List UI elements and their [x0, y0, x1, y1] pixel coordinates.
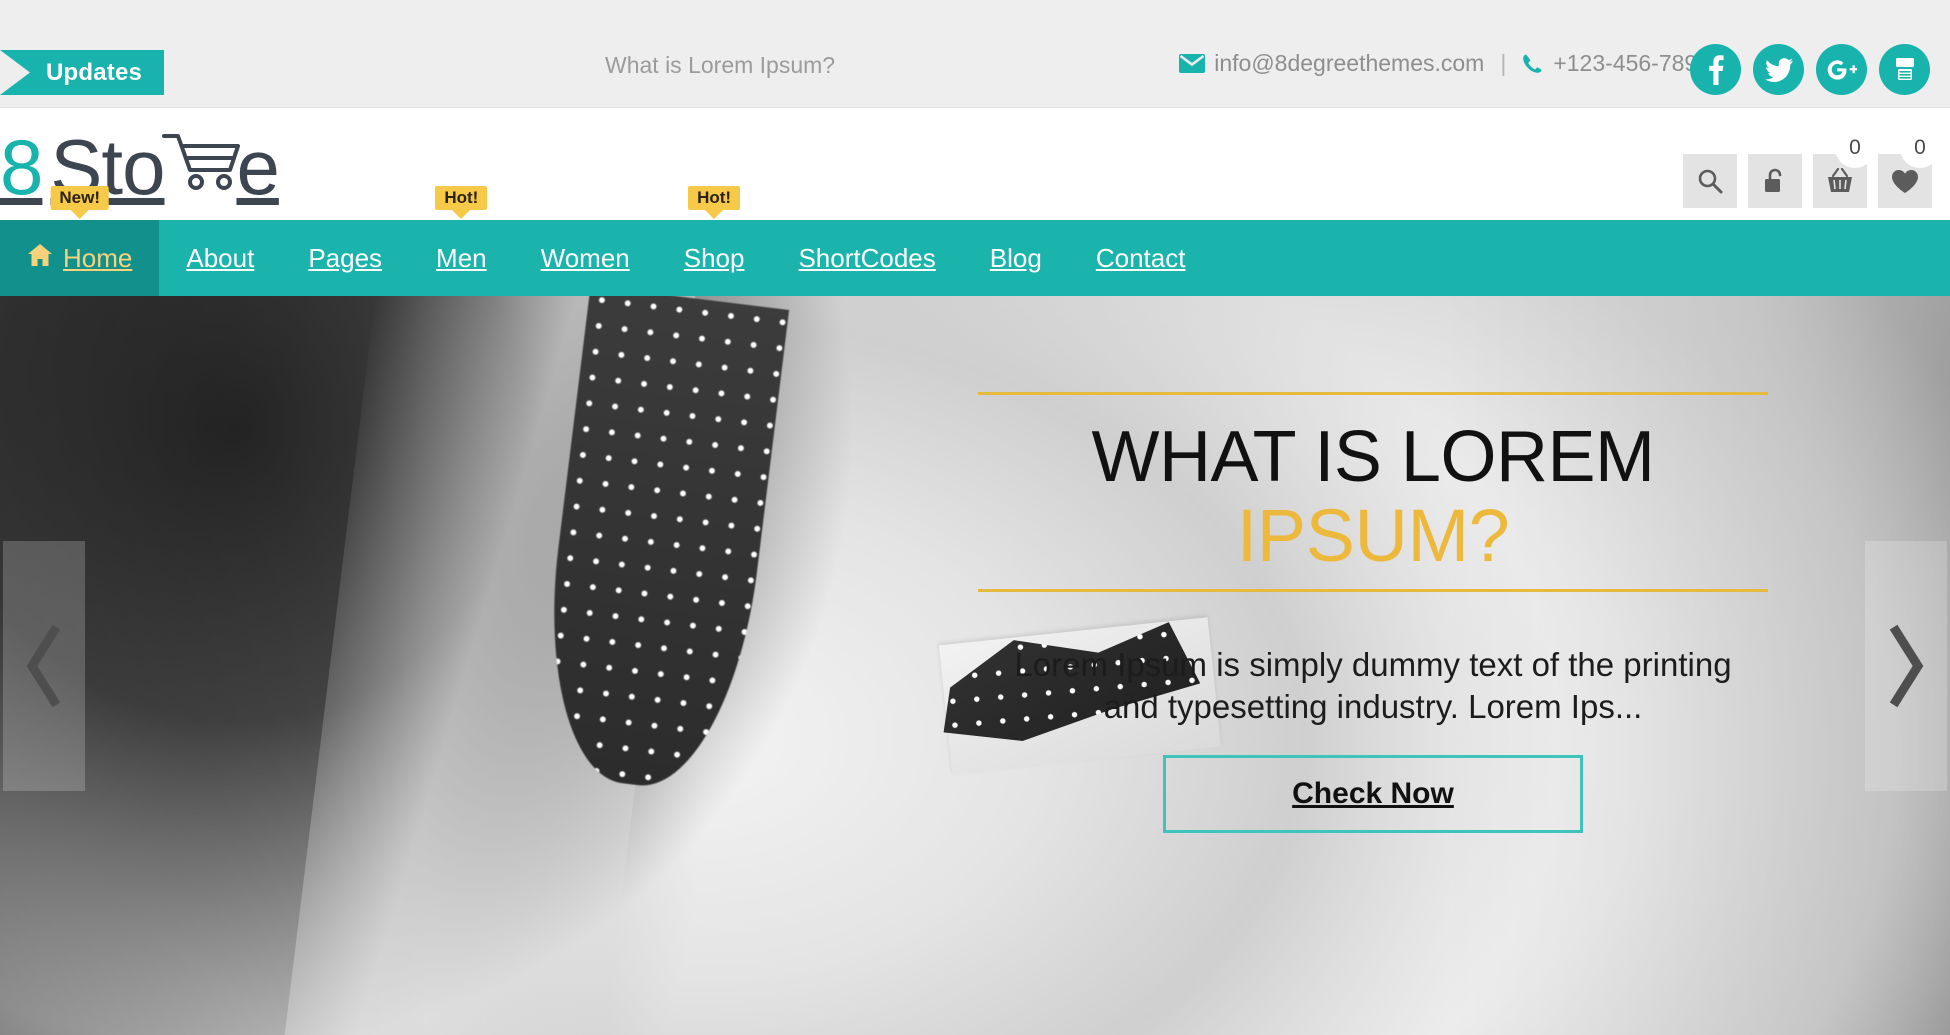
youtube-icon[interactable]: [1879, 44, 1930, 95]
envelope-icon: [1179, 54, 1206, 73]
nav-item-blog[interactable]: Blog: [963, 220, 1069, 296]
updates-label: Updates: [46, 58, 143, 86]
hero-rule-bottom: [978, 589, 1768, 593]
news-ticker[interactable]: What is Lorem Ipsum?: [605, 52, 835, 79]
hero-rule-top: [978, 392, 1768, 395]
facebook-icon[interactable]: [1690, 44, 1741, 95]
nav-label-men: Men: [436, 242, 487, 273]
nav-item-home[interactable]: New! Home: [0, 186, 160, 296]
nav-label-home: Home: [63, 242, 133, 273]
main-navigation: New! Home About Pages Hot! Men Women Hot…: [0, 186, 1950, 296]
hero-caption: WHAT IS LOREM IPSUM? Lorem Ipsum is simp…: [978, 392, 1768, 833]
hero-description: Lorem Ipsum is simply dummy text of the …: [1014, 646, 1732, 726]
phone-icon: [1522, 53, 1544, 75]
hero-title-line2: IPSUM?: [1236, 493, 1510, 577]
googleplus-icon[interactable]: [1816, 44, 1867, 95]
nav-item-men[interactable]: Hot! Men: [409, 186, 514, 296]
chevron-left-icon: [26, 624, 61, 708]
site-header: 8 Sto e 0 0: [0, 108, 1950, 220]
nav-label-about: About: [186, 242, 255, 273]
nav-badge-men: Hot!: [435, 186, 488, 210]
logo-eight: 8: [0, 123, 43, 211]
top-bar: Updates What is Lorem Ipsum? info@8degre…: [0, 0, 1950, 108]
nav-item-women[interactable]: Women: [514, 220, 657, 296]
nav-label-contact: Contact: [1095, 242, 1186, 273]
home-icon: [27, 243, 53, 274]
phone-link[interactable]: +123-456-7890: [1522, 50, 1710, 77]
basket-icon[interactable]: 0: [1813, 128, 1875, 208]
search-icon[interactable]: [1683, 154, 1737, 208]
nav-label-blog: Blog: [989, 242, 1042, 273]
wishlist-heart-icon[interactable]: 0: [1878, 128, 1940, 208]
nav-label-shop: Shop: [683, 242, 745, 273]
nav-item-shortcodes[interactable]: ShortCodes: [771, 220, 962, 296]
wishlist-count-badge: 0: [1900, 128, 1940, 168]
slider-next-arrow[interactable]: [1865, 541, 1947, 791]
nav-badge-home: New!: [50, 186, 109, 210]
nav-label-shortcodes: ShortCodes: [798, 242, 936, 273]
contact-separator: |: [1500, 50, 1507, 76]
email-text: info@8degreethemes.com: [1214, 50, 1485, 76]
unlock-icon[interactable]: [1748, 154, 1802, 208]
basket-count-badge: 0: [1835, 128, 1875, 168]
logo-e: e: [236, 123, 279, 211]
nav-item-about[interactable]: About: [159, 220, 281, 296]
nav-item-pages[interactable]: Pages: [281, 220, 409, 296]
header-actions: 0 0: [1683, 128, 1940, 208]
hero-title-line1: WHAT IS LOREM: [1091, 417, 1655, 497]
twitter-icon[interactable]: [1753, 44, 1804, 95]
shopping-cart-icon: [160, 132, 241, 194]
hero-slider: WHAT IS LOREM IPSUM? Lorem Ipsum is simp…: [0, 296, 1950, 1035]
check-now-button[interactable]: Check Now: [1163, 754, 1583, 833]
social-links: [1690, 44, 1930, 95]
chevron-right-icon: [1889, 624, 1924, 708]
contact-info: info@8degreethemes.com | +123-456-7890: [1179, 50, 1710, 77]
email-link[interactable]: info@8degreethemes.com: [1179, 50, 1484, 77]
nav-badge-shop: Hot!: [688, 186, 741, 210]
phone-text: +123-456-7890: [1553, 50, 1710, 76]
nav-item-contact[interactable]: Contact: [1069, 220, 1213, 296]
slider-prev-arrow[interactable]: [3, 541, 85, 791]
nav-item-shop[interactable]: Hot! Shop: [657, 186, 772, 296]
nav-label-women: Women: [540, 242, 630, 273]
site-logo[interactable]: 8 Sto e: [0, 122, 280, 213]
ticker-text: What is Lorem Ipsum?: [605, 52, 836, 78]
nav-label-pages: Pages: [308, 242, 383, 273]
updates-flag: Updates: [0, 50, 165, 95]
